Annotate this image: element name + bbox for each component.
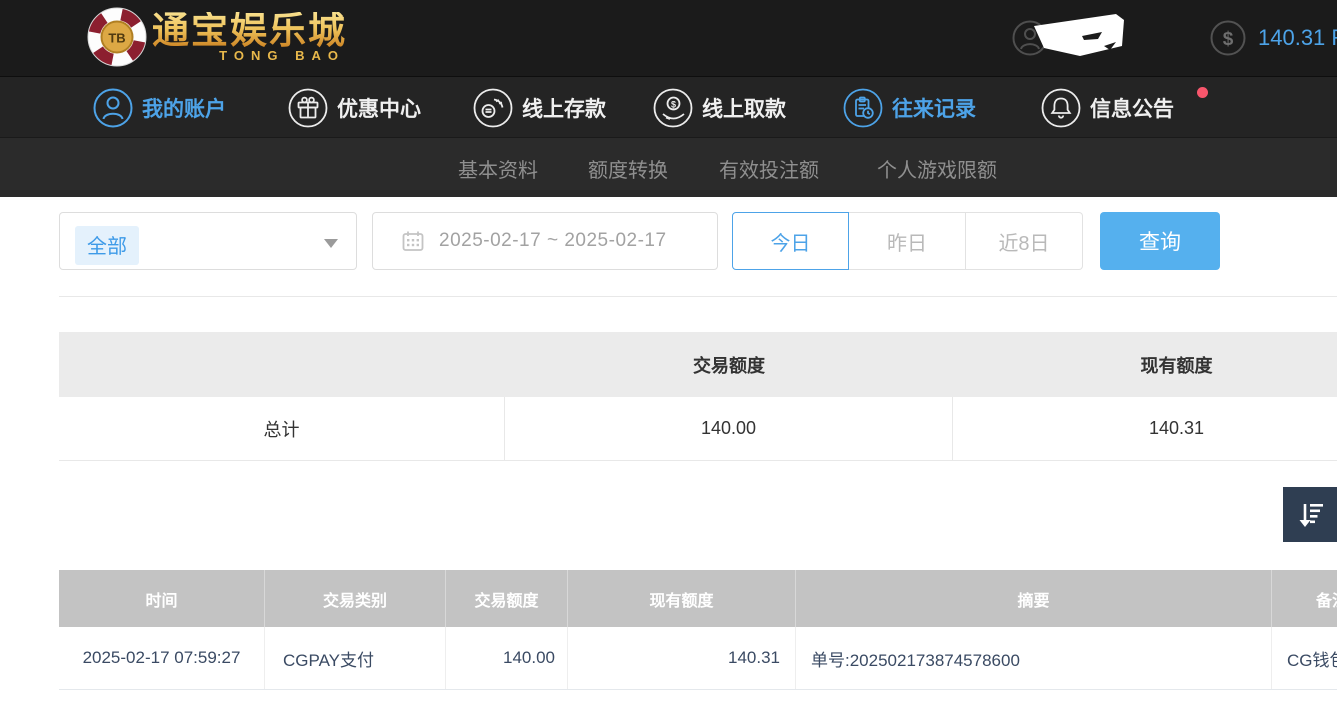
notification-dot <box>1197 87 1208 98</box>
main-nav: 我的账户 优惠中心 线上存款 $ <box>0 76 1337 137</box>
cell-type: CGPAY支付 <box>265 627 446 689</box>
balance-amount: 140.31 R <box>1258 25 1337 51</box>
dollar-icon: $ <box>1210 20 1246 56</box>
balance-display[interactable]: $ 140.31 R <box>1210 0 1337 76</box>
section-divider <box>59 296 1337 297</box>
summary-table: 交易额度 现有额度 总计 140.00 140.31 <box>59 332 1337 461</box>
col-current-amount: 现有额度 <box>568 570 796 627</box>
withdraw-icon: $ <box>653 88 693 128</box>
cell-transaction-amount: 140.00 <box>446 627 568 689</box>
sort-button[interactable] <box>1283 487 1337 542</box>
col-time: 时间 <box>59 570 265 627</box>
balance-suffix: R <box>1331 25 1337 50</box>
date-range-input[interactable]: 2025-02-17 ~ 2025-02-17 <box>372 212 718 270</box>
subnav-valid-bets[interactable]: 有效投注额 <box>719 138 819 198</box>
nav-deposit[interactable]: 线上存款 <box>473 77 606 138</box>
nav-label: 优惠中心 <box>337 93 421 123</box>
today-button[interactable]: 今日 <box>732 212 849 270</box>
col-summary: 摘要 <box>796 570 1272 627</box>
calendar-icon <box>401 229 425 253</box>
nav-withdraw[interactable]: $ 线上取款 <box>653 77 786 138</box>
user-icon <box>93 88 133 128</box>
quick-range-group: 今日 昨日 近8日 <box>732 212 1083 270</box>
nav-label: 往来记录 <box>892 93 976 123</box>
svg-text:$: $ <box>671 99 676 109</box>
summary-transaction-amount: 140.00 <box>505 397 953 460</box>
col-transaction-amount: 交易额度 <box>446 570 568 627</box>
summary-total-label: 总计 <box>59 397 505 460</box>
user-icon <box>1012 20 1048 56</box>
col-remark: 备注 <box>1272 570 1337 627</box>
svg-text:$: $ <box>1223 29 1234 50</box>
cell-remark: CG钱包 <box>1272 627 1337 689</box>
sub-nav: 基本资料 额度转换 有效投注额 个人游戏限额 <box>0 137 1337 197</box>
nav-records[interactable]: 往来记录 <box>843 77 976 138</box>
summary-total-row: 总计 140.00 140.31 <box>59 397 1337 461</box>
nav-label: 线上取款 <box>702 93 786 123</box>
date-range-value: 2025-02-17 ~ 2025-02-17 <box>439 230 667 252</box>
subnav-game-limits[interactable]: 个人游戏限额 <box>877 138 997 198</box>
cell-summary: 单号:202502173874578600 <box>796 627 1272 689</box>
site-logo[interactable]: TB 通宝娱乐城 TONG BAO <box>86 6 347 68</box>
page: TB 通宝娱乐城 TONG BAO 25 $ <box>0 0 1337 707</box>
last-8-days-button[interactable]: 近8日 <box>966 212 1083 270</box>
deposit-icon <box>473 88 513 128</box>
table-row: 2025-02-17 07:59:27 CGPAY支付 140.00 140.3… <box>59 627 1337 690</box>
records-table: 时间 交易类别 交易额度 现有额度 摘要 备注 2025-02-17 07:59… <box>59 570 1337 690</box>
summary-header-empty <box>59 332 505 397</box>
cell-current-amount: 140.31 <box>568 627 796 689</box>
nav-my-account[interactable]: 我的账户 <box>93 77 226 138</box>
query-button[interactable]: 查询 <box>1100 212 1220 270</box>
nav-label: 我的账户 <box>142 93 226 123</box>
site-title: 通宝娱乐城 <box>152 12 347 50</box>
nav-promotions[interactable]: 优惠中心 <box>288 77 421 138</box>
gift-icon <box>288 88 328 128</box>
subnav-basic-info[interactable]: 基本资料 <box>458 138 538 198</box>
summary-header-current-amount: 现有额度 <box>953 332 1337 397</box>
bell-icon <box>1041 88 1081 128</box>
yesterday-button[interactable]: 昨日 <box>849 212 966 270</box>
chevron-down-icon <box>324 239 338 248</box>
selected-type-chip: 全部 <box>75 226 139 265</box>
nav-label: 信息公告 <box>1090 93 1174 123</box>
records-icon <box>843 88 883 128</box>
subnav-quota-transfer[interactable]: 额度转换 <box>588 138 668 198</box>
nav-announcements[interactable]: 信息公告 <box>1041 77 1174 138</box>
nav-label: 线上存款 <box>522 93 606 123</box>
summary-header-row: 交易额度 现有额度 <box>59 332 1337 397</box>
username-text: 25 <box>1058 25 1082 51</box>
chip-tb-text: TB <box>108 31 125 46</box>
col-type: 交易类别 <box>265 570 446 627</box>
user-account[interactable]: 25 <box>1012 0 1082 76</box>
summary-current-amount: 140.31 <box>953 397 1337 460</box>
poker-chip-icon: TB <box>86 6 148 68</box>
type-select[interactable]: 全部 <box>59 212 357 270</box>
cell-time: 2025-02-17 07:59:27 <box>59 627 265 689</box>
records-header-row: 时间 交易类别 交易额度 现有额度 摘要 备注 <box>59 570 1337 627</box>
sort-descending-icon <box>1295 499 1327 531</box>
topbar: TB 通宝娱乐城 TONG BAO 25 $ <box>0 0 1337 76</box>
summary-header-transaction-amount: 交易额度 <box>505 332 953 397</box>
site-subtitle: TONG BAO <box>152 48 347 63</box>
